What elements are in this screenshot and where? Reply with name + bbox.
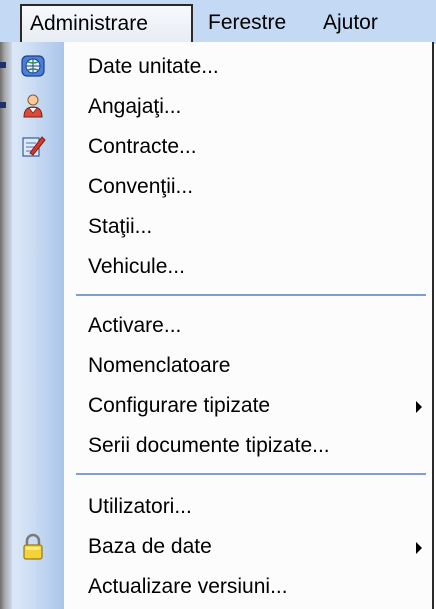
menu-item-label: Convenţii... bbox=[88, 175, 194, 198]
app-window: Administrare Ferestre Ajutor Date unitat… bbox=[0, 0, 436, 609]
edit-document-icon bbox=[12, 127, 52, 167]
menu-item-utilizatori[interactable]: Utilizatori... bbox=[64, 487, 430, 527]
menu-item-label: Serii documente tipizate... bbox=[88, 434, 330, 457]
menu-item-label: Staţii... bbox=[88, 215, 153, 238]
menu-item-label: Contracte... bbox=[88, 135, 197, 158]
menu-ferestre[interactable]: Ferestre bbox=[208, 6, 286, 40]
menu-item-label: Actualizare versiuni... bbox=[88, 575, 288, 598]
menu-item-label: Utilizatori... bbox=[88, 495, 192, 518]
administrare-dropdown: Date unitate... Angajaţi... Contracte...… bbox=[0, 42, 434, 609]
menu-item-label: Vehicule... bbox=[88, 255, 185, 278]
background-window-fragment bbox=[0, 102, 6, 108]
menu-separator bbox=[76, 294, 426, 296]
submenu-arrow-icon bbox=[416, 401, 422, 413]
menu-item-angajati[interactable]: Angajaţi... bbox=[64, 87, 430, 127]
menu-item-label: Baza de date bbox=[88, 535, 212, 558]
lock-icon bbox=[12, 527, 52, 567]
menu-item-label: Activare... bbox=[88, 314, 182, 337]
menu-item-serii-documente[interactable]: Serii documente tipizate... bbox=[64, 426, 430, 466]
background-window-fragment bbox=[0, 62, 6, 68]
menu-item-baza-de-date[interactable]: Baza de date bbox=[64, 527, 430, 567]
menu-administrare[interactable]: Administrare bbox=[20, 4, 193, 42]
globe-icon bbox=[12, 47, 52, 87]
menu-item-contracte[interactable]: Contracte... bbox=[64, 127, 430, 167]
menu-ajutor[interactable]: Ajutor bbox=[323, 6, 378, 40]
menu-item-label: Configurare tipizate bbox=[88, 394, 271, 417]
menu-item-actualizare-versiuni[interactable]: Actualizare versiuni... bbox=[64, 567, 430, 607]
menu-item-statii[interactable]: Staţii... bbox=[64, 207, 430, 247]
menu-separator bbox=[76, 473, 426, 475]
menu-item-label: Date unitate... bbox=[88, 55, 219, 78]
menu-item-date-unitate[interactable]: Date unitate... bbox=[64, 47, 430, 87]
menu-item-configurare-tipizate[interactable]: Configurare tipizate bbox=[64, 386, 430, 426]
menu-bar: Administrare Ferestre Ajutor bbox=[0, 0, 436, 44]
menu-item-nomenclatoare[interactable]: Nomenclatoare bbox=[64, 346, 430, 386]
submenu-arrow-icon bbox=[416, 542, 422, 554]
menu-item-activare[interactable]: Activare... bbox=[64, 306, 430, 346]
menu-gutter-edge bbox=[0, 42, 12, 609]
menu-item-label: Nomenclatoare bbox=[88, 354, 231, 377]
menu-item-vehicule[interactable]: Vehicule... bbox=[64, 247, 430, 287]
user-icon bbox=[12, 87, 52, 127]
menu-item-label: Angajaţi... bbox=[88, 95, 182, 118]
menu-item-conventii[interactable]: Convenţii... bbox=[64, 167, 430, 207]
